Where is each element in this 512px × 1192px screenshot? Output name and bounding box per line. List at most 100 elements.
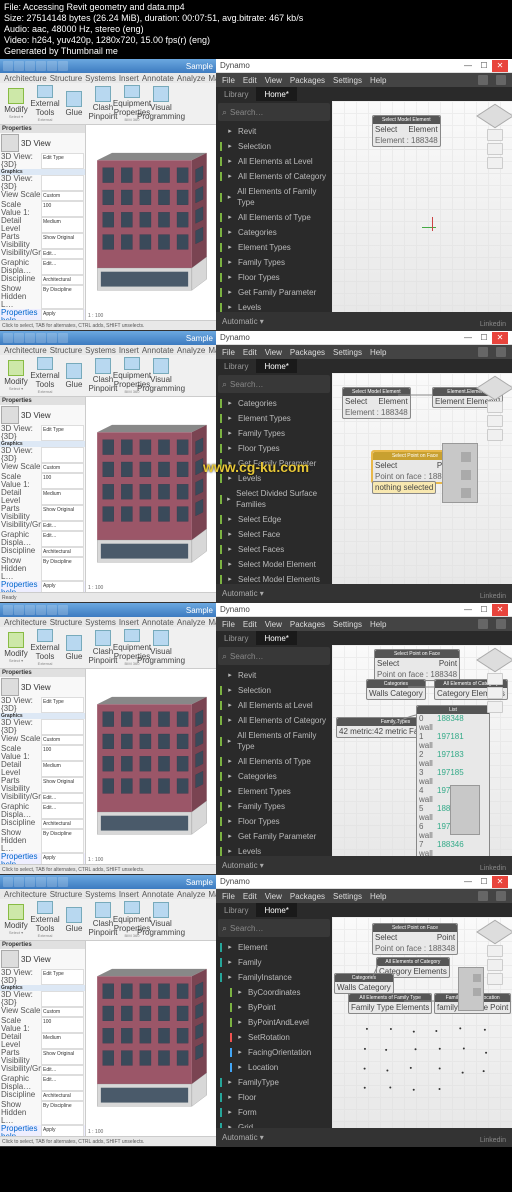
ribbon-tab[interactable]: Insert — [119, 346, 139, 355]
property-row[interactable]: Scale Value 1:100 — [0, 201, 85, 217]
apply-button[interactable]: Apply — [41, 1125, 84, 1136]
run-mode[interactable]: Automatic ▾ — [222, 589, 264, 598]
dynamo-node[interactable]: Select Model ElementSelectElementElement… — [342, 387, 411, 419]
library-item[interactable]: ▸ Categories — [216, 396, 332, 411]
menu-item[interactable]: Edit — [243, 76, 257, 85]
apply-button[interactable]: Apply — [41, 581, 84, 592]
ribbon-tab[interactable]: Systems — [85, 346, 116, 355]
props-help-link[interactable]: Properties help — [1, 309, 41, 320]
view-cube[interactable] — [476, 648, 512, 672]
ribbon-button[interactable]: Glue — [60, 357, 88, 394]
property-row[interactable]: 3D View: {3D} — [0, 175, 85, 191]
library-item[interactable]: ▸ Select Model Element — [216, 557, 332, 572]
library-item[interactable]: ▸ Categories — [216, 225, 332, 240]
dynamo-canvas[interactable]: Select Point on FaceSelectPointPoint on … — [332, 917, 512, 1128]
maximize-button[interactable]: ☐ — [476, 60, 492, 72]
props-help-link[interactable]: Properties help — [1, 581, 41, 592]
dynamo-node[interactable]: Select Point on FaceSelectPointPoint on … — [374, 649, 460, 681]
ribbon-tab[interactable]: Insert — [119, 618, 139, 627]
library-item[interactable]: ▸ All Elements of Type — [216, 754, 332, 769]
home-tab[interactable]: Home* — [256, 359, 296, 373]
ribbon-tab[interactable]: Insert — [119, 890, 139, 899]
ribbon-button[interactable]: ModifySelect ▾ — [2, 901, 30, 938]
menu-item[interactable]: Packages — [290, 620, 325, 629]
library-item[interactable]: ▸ All Elements of Type — [216, 210, 332, 225]
menu-item[interactable]: View — [265, 892, 282, 901]
maximize-button[interactable]: ☐ — [476, 604, 492, 616]
library-item[interactable]: ▸ Floor — [216, 1090, 332, 1105]
property-row[interactable]: Detail LevelMedium — [0, 217, 85, 233]
revit-3d-view[interactable]: 1 : 100 — [86, 669, 216, 864]
property-row[interactable]: 3D View: {3D} — [0, 719, 85, 735]
ribbon-button[interactable]: Visual Programming — [147, 629, 175, 666]
close-button[interactable]: ✕ — [492, 604, 508, 616]
ribbon-tab[interactable]: Analyze — [177, 346, 205, 355]
ribbon-tab[interactable]: Architecture — [4, 74, 47, 83]
edit-type-button[interactable]: Edit Type — [41, 153, 84, 169]
menu-icon[interactable] — [478, 619, 488, 629]
nav-button[interactable] — [487, 687, 503, 699]
ribbon-tab[interactable]: Analyze — [177, 618, 205, 627]
library-item[interactable]: ▸ Floor Types — [216, 441, 332, 456]
ribbon-button[interactable]: External ToolsExternal — [31, 357, 59, 394]
library-item[interactable]: ▸ Select Edge — [216, 512, 332, 527]
library-tab[interactable]: Library — [216, 903, 256, 917]
home-tab[interactable]: Home* — [256, 903, 296, 917]
close-button[interactable]: ✕ — [492, 876, 508, 888]
library-item[interactable]: ▸ FamilyInstance — [216, 970, 332, 985]
library-item[interactable]: ▸ All Elements of Family Type — [216, 728, 332, 754]
menu-item[interactable]: Packages — [290, 892, 325, 901]
apply-button[interactable]: Apply — [41, 853, 84, 864]
nav-button[interactable] — [487, 945, 503, 957]
property-row[interactable]: Graphic Displa…Edit… — [0, 1075, 85, 1091]
ribbon-button[interactable]: External ToolsExternal — [31, 629, 59, 666]
maximize-button[interactable]: ☐ — [476, 332, 492, 344]
library-item[interactable]: ▸ All Elements at Level — [216, 154, 332, 169]
property-row[interactable]: Scale Value 1:100 — [0, 473, 85, 489]
menu-item[interactable]: File — [222, 76, 235, 85]
ribbon-button[interactable]: ModifySelect ▾ — [2, 629, 30, 666]
dynamo-node[interactable]: Select Model ElementSelectElementElement… — [372, 115, 441, 147]
quick-access[interactable] — [3, 333, 68, 343]
library-item[interactable]: ▸ ByCoordinates — [216, 985, 332, 1000]
library-item[interactable]: ▸ Family Types — [216, 799, 332, 814]
warning-node[interactable]: nothing selected — [372, 481, 436, 494]
menu-icon[interactable] — [496, 891, 506, 901]
library-item[interactable]: ▸ Family — [216, 955, 332, 970]
ribbon-tab[interactable]: Structure — [50, 346, 82, 355]
library-item[interactable]: ▸ Select Faces — [216, 542, 332, 557]
dynamo-canvas[interactable]: Select Model ElementSelectElementElement… — [332, 373, 512, 584]
property-row[interactable]: Show Hidden L…By Discipline — [0, 829, 85, 853]
minimize-button[interactable]: — — [460, 332, 476, 344]
library-item[interactable]: ▸ Select Model Elements — [216, 572, 332, 584]
view-cube[interactable] — [476, 104, 512, 128]
run-mode[interactable]: Automatic ▾ — [222, 861, 264, 870]
ribbon-button[interactable]: Visual Programming — [147, 85, 175, 122]
menu-icon[interactable] — [496, 347, 506, 357]
minimize-button[interactable]: — — [460, 604, 476, 616]
nav-button[interactable] — [487, 973, 503, 985]
search-input[interactable]: Search… — [218, 375, 330, 393]
ribbon-button[interactable]: ModifySelect ▾ — [2, 357, 30, 394]
menu-item[interactable]: File — [222, 348, 235, 357]
ribbon-tab[interactable]: Annotate — [142, 618, 174, 627]
ribbon-button[interactable]: External ToolsExternal — [31, 901, 59, 938]
library-item[interactable]: ▸ Revit — [216, 124, 332, 139]
home-tab[interactable]: Home* — [256, 631, 296, 645]
nav-button[interactable] — [487, 959, 503, 971]
property-row[interactable]: Show Hidden L…By Discipline — [0, 1101, 85, 1125]
menu-item[interactable]: Packages — [290, 348, 325, 357]
ribbon-button[interactable]: External ToolsExternal — [31, 85, 59, 122]
property-row[interactable]: Graphic Displa…Edit… — [0, 803, 85, 819]
menu-item[interactable]: File — [222, 620, 235, 629]
quick-access[interactable] — [3, 61, 68, 71]
library-item[interactable]: ▸ Family Types — [216, 255, 332, 270]
ribbon-tab[interactable]: Annotate — [142, 74, 174, 83]
home-tab[interactable]: Home* — [256, 87, 296, 101]
nav-button[interactable] — [487, 673, 503, 685]
maximize-button[interactable]: ☐ — [476, 876, 492, 888]
library-item[interactable]: ▸ All Elements of Family Type — [216, 184, 332, 210]
quick-access[interactable] — [3, 605, 68, 615]
menu-item[interactable]: Edit — [243, 892, 257, 901]
library-item[interactable]: ▸ Grid — [216, 1120, 332, 1128]
